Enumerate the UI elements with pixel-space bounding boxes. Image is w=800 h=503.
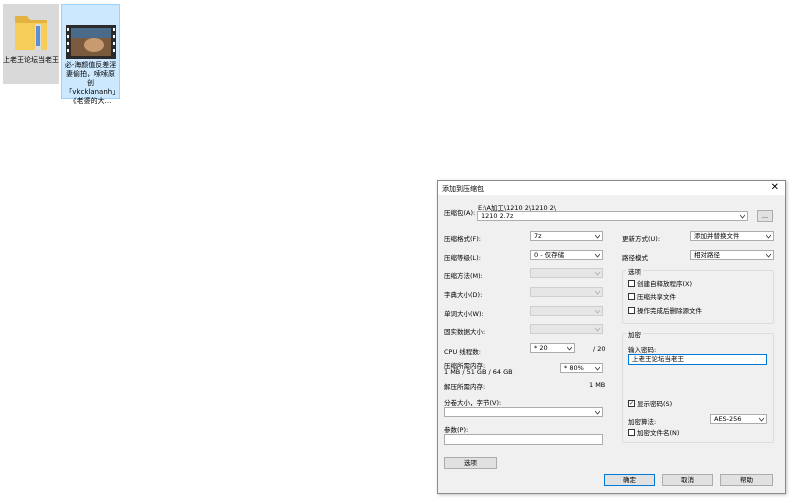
create-sfx-checkbox[interactable]: 创建自释放程序(X): [628, 279, 693, 289]
chevron-down-icon: [595, 410, 600, 415]
encryption-method-label: 加密算法:: [628, 418, 657, 426]
dialog-title: 添加到压缩包: [442, 185, 484, 193]
chevron-down-icon: [595, 271, 600, 276]
desktop-video-icon[interactable]: 必-海颜值反差淫妻偷拍，嗦嗦原创「vkcklananh」《老婆的大...: [61, 4, 120, 105]
path-mode-label: 路径模式: [622, 254, 648, 262]
threads-value: * 20: [534, 344, 548, 352]
chevron-down-icon: [595, 309, 600, 314]
chevron-down-icon: [759, 417, 764, 422]
update-mode-label: 更新方式(U):: [622, 235, 661, 243]
ok-button[interactable]: 确定: [604, 474, 655, 486]
level-value: 0 - 仅存储: [534, 251, 565, 259]
compress-shared-checkbox[interactable]: 压缩共享文件: [628, 292, 676, 302]
folder-label: 上老王论坛当老王: [3, 56, 59, 64]
method-label: 压缩方法(M):: [444, 272, 483, 280]
show-password-label: 显示密码(S): [637, 400, 673, 408]
threads-label: CPU 线程数:: [444, 348, 481, 356]
level-label: 压缩等级(L):: [444, 254, 481, 262]
checkbox-box: [628, 292, 635, 300]
checkbox-checked: ✓: [628, 399, 635, 407]
help-button[interactable]: 帮助: [720, 474, 773, 486]
word-size-select: [530, 306, 603, 316]
path-mode-value: 相对路径: [694, 251, 720, 259]
chevron-down-icon: [595, 234, 600, 239]
delete-after-checkbox[interactable]: 操作完成后删除源文件: [628, 306, 702, 316]
solid-size-select: [530, 324, 603, 334]
threads-max: / 20: [593, 345, 606, 353]
volume-size-combo[interactable]: [444, 407, 603, 417]
threads-select[interactable]: * 20: [530, 343, 575, 353]
chevron-down-icon: [595, 327, 600, 332]
memory-detail: 1 MB / 51 GB / 64 GB: [444, 368, 513, 376]
chevron-down-icon: [595, 366, 600, 371]
memory-usage-select[interactable]: * 80%: [560, 363, 603, 373]
compress-shared-label: 压缩共享文件: [637, 293, 676, 301]
archive-name-combo[interactable]: 1210 2.7z: [477, 211, 748, 221]
parameters-input[interactable]: [444, 434, 603, 445]
archive-name-value: 1210 2.7z: [481, 212, 514, 220]
folder-icon: [15, 16, 47, 50]
encryption-method-select[interactable]: AES-256: [710, 414, 767, 424]
method-select: [530, 268, 603, 278]
options-button[interactable]: 选项: [444, 457, 497, 469]
password-value: 上老王论坛当老王: [632, 355, 684, 363]
chevron-down-icon: [595, 290, 600, 295]
archive-label: 压缩包(A):: [444, 209, 476, 217]
encrypt-names-checkbox[interactable]: 加密文件名(N): [628, 428, 680, 438]
chevron-down-icon: [740, 214, 745, 219]
chevron-down-icon: [766, 234, 771, 239]
video-label: 必-海颜值反差淫妻偷拍，嗦嗦原创「vkcklananh」《老婆的大...: [64, 61, 117, 105]
memory-usage-value: * 80%: [564, 364, 584, 372]
dictionary-select: [530, 287, 603, 297]
desktop-folder-icon[interactable]: 上老王论坛当老王: [3, 4, 59, 84]
cancel-button[interactable]: 取消: [662, 474, 713, 486]
checkbox-box: [628, 306, 635, 314]
title-bar: 添加到压缩包 ✕: [438, 181, 785, 195]
word-size-label: 单词大小(W):: [444, 310, 484, 318]
level-select[interactable]: 0 - 仅存储: [530, 250, 603, 260]
checkbox-box: [628, 428, 635, 436]
decompress-memory-value: 1 MB: [589, 381, 606, 389]
chevron-down-icon: [567, 346, 572, 351]
close-icon[interactable]: ✕: [771, 182, 779, 194]
solid-size-label: 固实数据大小:: [444, 328, 486, 336]
delete-after-label: 操作完成后删除源文件: [637, 307, 702, 315]
update-mode-value: 添加并替换文件: [694, 232, 740, 240]
update-mode-select[interactable]: 添加并替换文件: [690, 231, 774, 241]
options-group-label: 选项: [626, 266, 643, 276]
browse-button[interactable]: ...: [757, 210, 773, 222]
checkbox-box: [628, 279, 635, 287]
show-password-checkbox[interactable]: ✓ 显示密码(S): [628, 399, 673, 409]
chevron-down-icon: [766, 253, 771, 258]
create-sfx-label: 创建自释放程序(X): [637, 280, 693, 288]
path-mode-select[interactable]: 相对路径: [690, 250, 774, 260]
add-to-archive-dialog: 添加到压缩包 ✕ 压缩包(A): E:\A加工\1210 2\1210 2\ 1…: [437, 180, 786, 494]
format-label: 压缩格式(F):: [444, 235, 482, 243]
password-input[interactable]: 上老王论坛当老王: [628, 354, 767, 365]
password-label: 输入密码:: [628, 346, 657, 354]
parameters-label: 参数(P):: [444, 426, 469, 434]
decompress-memory-label: 解压所需内存:: [444, 383, 486, 391]
encryption-method-value: AES-256: [714, 415, 742, 423]
video-thumbnail-icon: [65, 25, 116, 59]
volume-label: 分卷大小，字节(V):: [444, 399, 502, 407]
encrypt-names-label: 加密文件名(N): [637, 429, 680, 437]
chevron-down-icon: [595, 253, 600, 258]
encryption-group-label: 加密: [626, 329, 643, 339]
format-value: 7z: [534, 232, 542, 240]
format-select[interactable]: 7z: [530, 231, 603, 241]
dictionary-label: 字典大小(D):: [444, 291, 483, 299]
